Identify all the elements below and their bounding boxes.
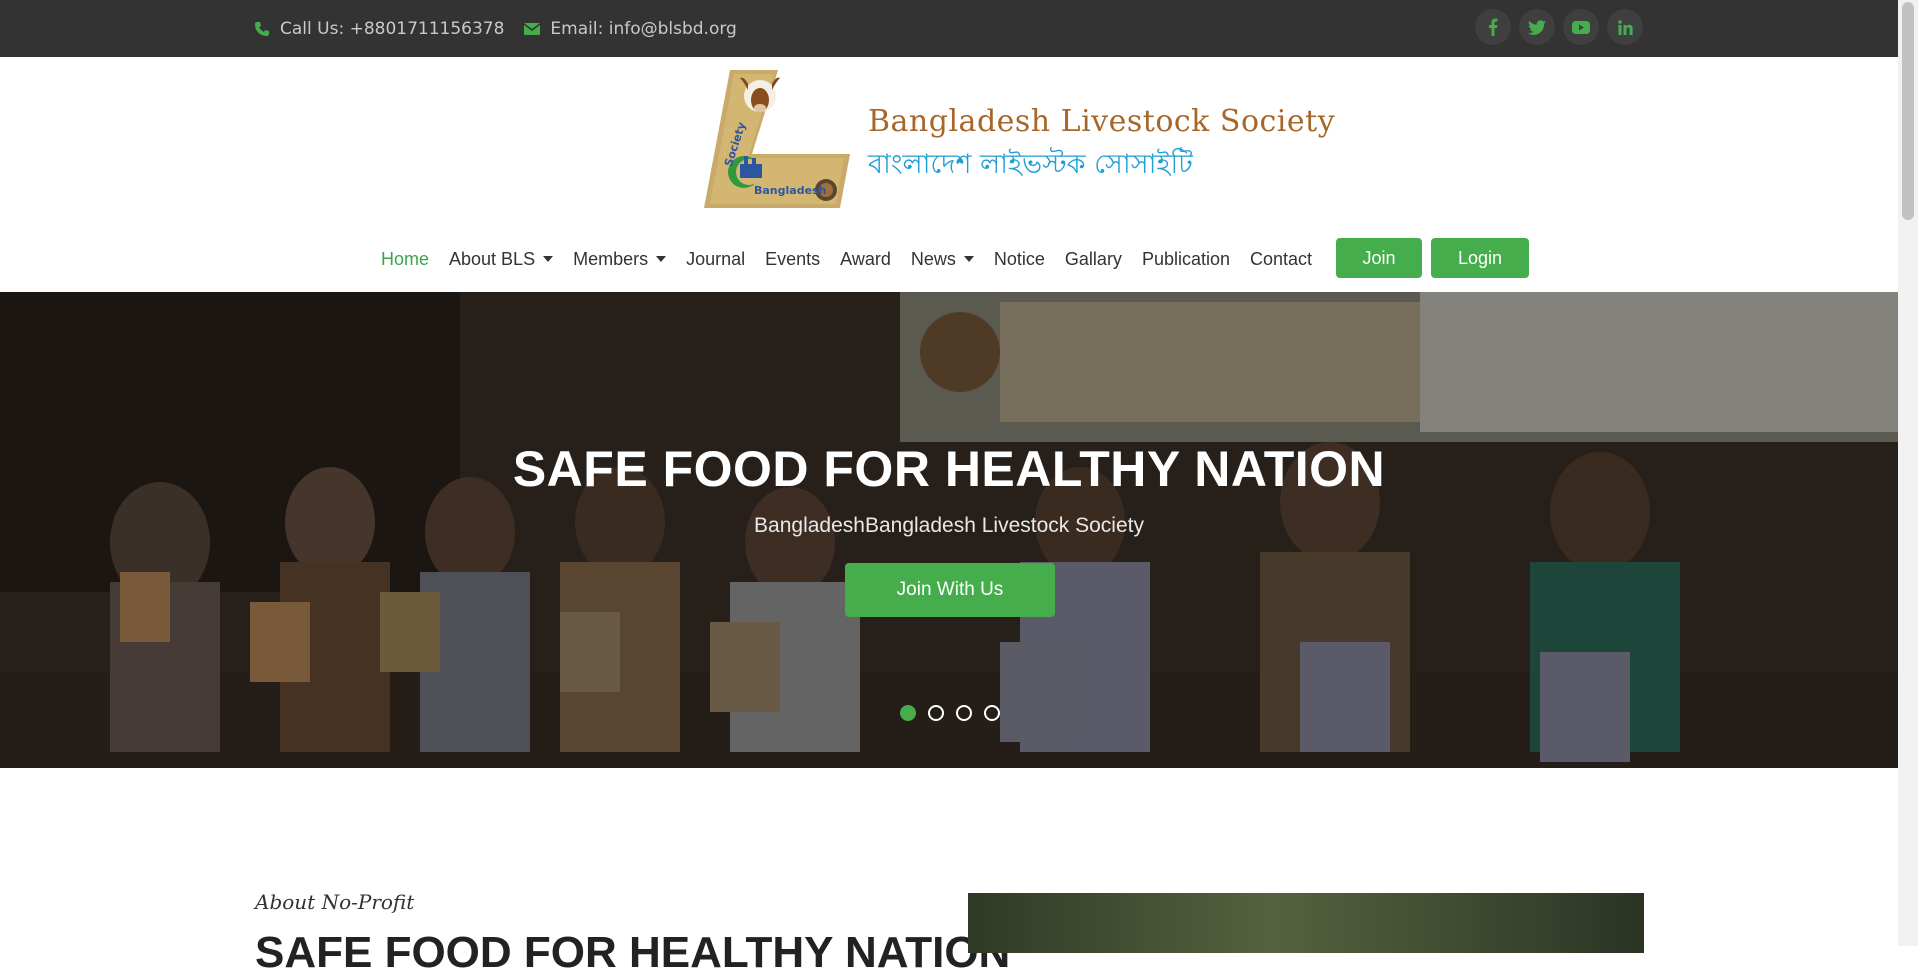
slider-dot-4[interactable] bbox=[984, 705, 1000, 721]
nav-item-journal[interactable]: Journal bbox=[686, 249, 745, 270]
slider-dot-1[interactable] bbox=[900, 705, 916, 721]
nav-item-label: Gallary bbox=[1064, 248, 1122, 269]
nav-item-members[interactable]: Members bbox=[573, 248, 667, 270]
nav-item-award[interactable]: Award bbox=[840, 249, 891, 270]
email-contact[interactable]: Email: info@blsbd.org bbox=[524, 18, 737, 39]
nav-item-label: Publication bbox=[1141, 248, 1230, 269]
site-logo[interactable]: Society Bangladesh Bangladesh Livestock … bbox=[700, 68, 1335, 212]
nav-item-label: Journal bbox=[686, 248, 746, 269]
nav-item-label: Notice bbox=[993, 248, 1045, 269]
nav-item-about-bls[interactable]: About BLS bbox=[449, 248, 554, 270]
youtube-icon[interactable] bbox=[1563, 9, 1599, 45]
logo-title-english: Bangladesh Livestock Society bbox=[868, 104, 1336, 139]
caret-down-icon bbox=[963, 256, 974, 262]
nav-menu: Home About BLS Members Journal Events Aw… bbox=[381, 238, 1332, 280]
slider-dot-2[interactable] bbox=[928, 705, 944, 721]
nav-item-label: Award bbox=[840, 248, 891, 269]
caret-down-icon bbox=[543, 256, 554, 262]
twitter-icon[interactable] bbox=[1519, 9, 1555, 45]
nav-item-events[interactable]: Events bbox=[765, 249, 820, 270]
nav-item-label: Events bbox=[765, 248, 821, 269]
phone-icon bbox=[255, 21, 269, 36]
top-bar: Call Us: +8801711156378 Email: info@blsb… bbox=[0, 0, 1898, 57]
email-text: Email: info@blsbd.org bbox=[550, 18, 737, 39]
login-button[interactable]: Login bbox=[1431, 238, 1529, 278]
hero-title: SAFE FOOD FOR HEALTHY NATION bbox=[512, 441, 1386, 497]
phone-text: Call Us: +8801711156378 bbox=[280, 18, 505, 39]
nav-item-gallary[interactable]: Gallary bbox=[1065, 249, 1122, 270]
slider-indicators bbox=[900, 705, 1000, 721]
nav-item-label: Contact bbox=[1250, 248, 1313, 269]
nav-item-notice[interactable]: Notice bbox=[994, 249, 1045, 270]
scrollbar-thumb[interactable] bbox=[1902, 2, 1914, 220]
linkedin-icon[interactable] bbox=[1607, 9, 1643, 45]
contact-info: Call Us: +8801711156378 Email: info@blsb… bbox=[254, 0, 757, 57]
hero-subtitle: BangladeshBangladesh Livestock Society bbox=[754, 514, 1144, 537]
phone-contact[interactable]: Call Us: +8801711156378 bbox=[254, 19, 504, 39]
logo-title-bangla: বাংলাদেশ লাইভস্টক সোসাইটি bbox=[868, 149, 1193, 180]
nav-item-news[interactable]: News bbox=[911, 249, 974, 270]
envelope-icon bbox=[524, 22, 541, 35]
nav-item-label: News bbox=[910, 248, 956, 269]
logo-badge-country: Bangladesh bbox=[754, 184, 827, 197]
nav-item-home[interactable]: Home bbox=[381, 249, 429, 270]
slider-dot-3[interactable] bbox=[956, 705, 972, 721]
hero-slider: SAFE FOOD FOR HEALTHY NATION BangladeshB… bbox=[0, 292, 1898, 768]
about-image bbox=[968, 893, 1644, 953]
caret-down-icon bbox=[656, 256, 667, 262]
nav-item-label: Members bbox=[573, 248, 649, 269]
join-with-us-button[interactable]: Join With Us bbox=[845, 563, 1055, 617]
social-links bbox=[1475, 9, 1643, 45]
facebook-icon[interactable] bbox=[1475, 9, 1511, 45]
join-button[interactable]: Join bbox=[1336, 238, 1422, 278]
page-scrollbar[interactable] bbox=[1898, 0, 1918, 946]
about-title: SAFE FOOD FOR HEALTHY NATION bbox=[255, 928, 1011, 977]
nav-item-label: Home bbox=[381, 248, 430, 269]
nav-item-publication[interactable]: Publication bbox=[1142, 249, 1230, 270]
about-eyebrow: About No-Profit bbox=[255, 890, 415, 914]
main-navigation: Home About BLS Members Journal Events Aw… bbox=[0, 238, 1898, 280]
nav-item-label: About BLS bbox=[449, 248, 536, 269]
nav-item-contact[interactable]: Contact bbox=[1250, 249, 1312, 270]
